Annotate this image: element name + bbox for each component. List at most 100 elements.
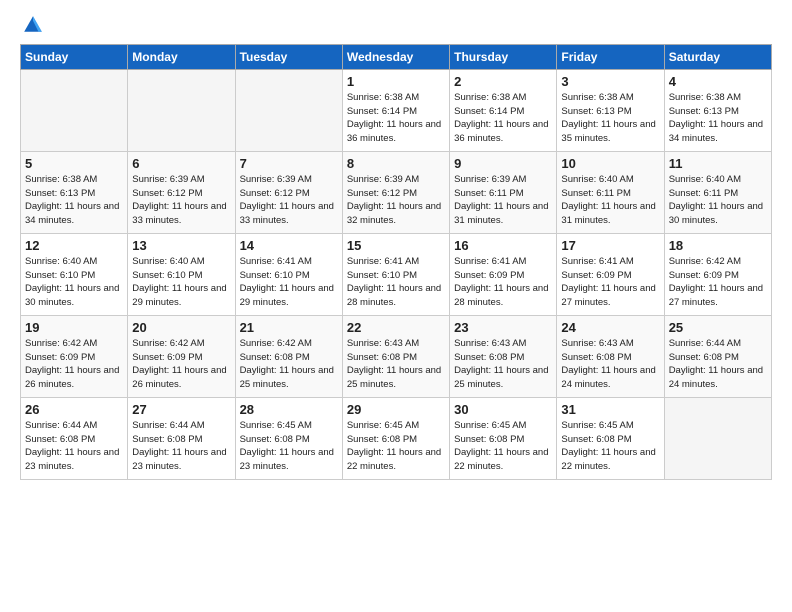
day-info: Sunrise: 6:39 AMSunset: 6:12 PMDaylight:… xyxy=(347,173,445,228)
calendar-cell: 28Sunrise: 6:45 AMSunset: 6:08 PMDayligh… xyxy=(235,397,342,479)
day-info: Sunrise: 6:38 AMSunset: 6:13 PMDaylight:… xyxy=(25,173,123,228)
calendar-cell: 26Sunrise: 6:44 AMSunset: 6:08 PMDayligh… xyxy=(21,397,128,479)
calendar-cell: 31Sunrise: 6:45 AMSunset: 6:08 PMDayligh… xyxy=(557,397,664,479)
day-info: Sunrise: 6:42 AMSunset: 6:09 PMDaylight:… xyxy=(132,337,230,392)
daylight-label: Daylight: 11 hours and 35 minutes. xyxy=(561,119,655,144)
day-info: Sunrise: 6:44 AMSunset: 6:08 PMDaylight:… xyxy=(669,337,767,392)
sunset-label: Sunset: 6:09 PM xyxy=(669,270,739,281)
daylight-label: Daylight: 11 hours and 30 minutes. xyxy=(669,201,763,226)
day-info: Sunrise: 6:39 AMSunset: 6:12 PMDaylight:… xyxy=(240,173,338,228)
sunset-label: Sunset: 6:08 PM xyxy=(347,434,417,445)
calendar-cell: 20 Sunrise: 6:42 AMSunset: 6:09 PMDayligh… xyxy=(128,315,235,397)
day-number: 13 xyxy=(132,238,230,253)
day-number: 4 xyxy=(669,74,767,89)
sunset-label: Sunset: 6:10 PM xyxy=(132,270,202,281)
sunrise-label: Sunrise: 6:41 AM xyxy=(240,256,312,267)
weekday-header-sunday: Sunday xyxy=(21,44,128,69)
calendar-cell: 13 Sunrise: 6:40 AMSunset: 6:10 PMDayligh… xyxy=(128,233,235,315)
calendar-cell: 22 Sunrise: 6:43 AMSunset: 6:08 PMDayligh… xyxy=(342,315,449,397)
calendar-cell xyxy=(664,397,771,479)
day-info: Sunrise: 6:44 AMSunset: 6:08 PMDaylight:… xyxy=(25,419,123,474)
weekday-header-monday: Monday xyxy=(128,44,235,69)
sunset-label: Sunset: 6:10 PM xyxy=(25,270,95,281)
calendar-cell: 12Sunrise: 6:40 AMSunset: 6:10 PMDayligh… xyxy=(21,233,128,315)
day-number: 31 xyxy=(561,402,659,417)
calendar-cell: 17Sunrise: 6:41 AMSunset: 6:09 PMDayligh… xyxy=(557,233,664,315)
sunrise-label: Sunrise: 6:45 AM xyxy=(240,420,312,431)
daylight-label: Daylight: 11 hours and 22 minutes. xyxy=(454,447,548,472)
weekday-header-saturday: Saturday xyxy=(664,44,771,69)
day-number: 9 xyxy=(454,156,552,171)
calendar-cell xyxy=(21,69,128,151)
calendar-cell: 9 Sunrise: 6:39 AM Sunset: 6:11 PM Daylight… xyxy=(450,151,557,233)
sunrise-label: Sunrise: 6:41 AM xyxy=(347,256,419,267)
calendar-cell: 5 Sunrise: 6:38 AMSunset: 6:13 PMDaylight… xyxy=(21,151,128,233)
daylight-label: Daylight: 11 hours and 23 minutes. xyxy=(240,447,334,472)
sunrise-label: Sunrise: 6:45 AM xyxy=(454,420,526,431)
day-number: 2 xyxy=(454,74,552,89)
day-number: 24 xyxy=(561,320,659,335)
day-info: Sunrise: 6:45 AM Sunset: 6:08 PM Daylight:… xyxy=(454,419,552,474)
calendar-cell: 19Sunrise: 6:42 AMSunset: 6:09 PMDayligh… xyxy=(21,315,128,397)
daylight-label: Daylight: 11 hours and 22 minutes. xyxy=(347,447,441,472)
day-number: 23 xyxy=(454,320,552,335)
day-number: 5 xyxy=(25,156,123,171)
day-number: 10 xyxy=(561,156,659,171)
day-info: Sunrise: 6:40 AMSunset: 6:11 PMDaylight:… xyxy=(561,173,659,228)
day-info: Sunrise: 6:43 AMSunset: 6:08 PMDaylight:… xyxy=(347,337,445,392)
sunrise-label: Sunrise: 6:38 AM xyxy=(561,92,633,103)
sunset-label: Sunset: 6:11 PM xyxy=(454,188,524,199)
daylight-label: Daylight: 11 hours and 26 minutes. xyxy=(25,365,119,390)
daylight-label: Daylight: 11 hours and 36 minutes. xyxy=(347,119,441,144)
header xyxy=(20,16,772,36)
sunrise-label: Sunrise: 6:44 AM xyxy=(669,338,741,349)
day-number: 7 xyxy=(240,156,338,171)
daylight-label: Daylight: 11 hours and 32 minutes. xyxy=(347,201,441,226)
sunset-label: Sunset: 6:12 PM xyxy=(132,188,202,199)
day-info: Sunrise: 6:38 AMSunset: 6:13 PMDaylight:… xyxy=(561,91,659,146)
sunrise-label: Sunrise: 6:45 AM xyxy=(561,420,633,431)
calendar-cell: 30Sunrise: 6:45 AMSunset: 6:08 PMDayligh… xyxy=(450,397,557,479)
calendar-cell: 25Sunrise: 6:44 AMSunset: 6:08 PMDayligh… xyxy=(664,315,771,397)
sunrise-label: Sunrise: 6:38 AM xyxy=(669,92,741,103)
daylight-label: Daylight: 11 hours and 31 minutes. xyxy=(454,201,548,226)
daylight-label: Daylight: 11 hours and 28 minutes. xyxy=(347,283,441,308)
calendar-cell: 11Sunrise: 6:40 AMSunset: 6:11 PMDayligh… xyxy=(664,151,771,233)
day-info: Sunrise: 6:38 AMSunset: 6:13 PMDaylight:… xyxy=(669,91,767,146)
calendar-cell: 23Sunrise: 6:43 AMSunset: 6:08 PMDayligh… xyxy=(450,315,557,397)
daylight-label: Daylight: 11 hours and 25 minutes. xyxy=(240,365,334,390)
calendar-cell: 3Sunrise: 6:38 AMSunset: 6:13 PMDaylight… xyxy=(557,69,664,151)
sunrise-label: Sunrise: 6:45 AM xyxy=(347,420,419,431)
sunrise-label: Sunrise: 6:39 AM xyxy=(240,174,312,185)
sunrise-label: Sunrise: 6:38 AM xyxy=(454,92,526,103)
sunrise-label: Sunrise: 6:40 AM xyxy=(561,174,633,185)
sunset-label: Sunset: 6:11 PM xyxy=(669,188,739,199)
daylight-label: Daylight: 11 hours and 29 minutes. xyxy=(240,283,334,308)
day-number: 22 xyxy=(347,320,445,335)
day-number: 29 xyxy=(347,402,445,417)
day-number: 8 xyxy=(347,156,445,171)
page: SundayMondayTuesdayWednesdayThursdayFrid… xyxy=(0,0,792,490)
calendar-cell xyxy=(128,69,235,151)
day-number: 15 xyxy=(347,238,445,253)
day-info: Sunrise: 6:40 AMSunset: 6:11 PMDaylight:… xyxy=(669,173,767,228)
day-number: 20 xyxy=(132,320,230,335)
day-number: 14 xyxy=(240,238,338,253)
sunset-label: Sunset: 6:08 PM xyxy=(454,434,524,445)
sunrise-label: Sunrise: 6:39 AM xyxy=(454,174,526,185)
daylight-label: Daylight: 11 hours and 22 minutes. xyxy=(561,447,655,472)
day-number: 28 xyxy=(240,402,338,417)
daylight-label: Daylight: 11 hours and 23 minutes. xyxy=(25,447,119,472)
sunset-label: Sunset: 6:10 PM xyxy=(240,270,310,281)
calendar-cell: 21Sunrise: 6:42 AMSunset: 6:08 PMDayligh… xyxy=(235,315,342,397)
sunrise-label: Sunrise: 6:40 AM xyxy=(25,256,97,267)
daylight-label: Daylight: 11 hours and 29 minutes. xyxy=(132,283,226,308)
day-info: Sunrise: 6:40 AMSunset: 6:10 PMDaylight:… xyxy=(132,255,230,310)
sunrise-label: Sunrise: 6:44 AM xyxy=(25,420,97,431)
day-number: 16 xyxy=(454,238,552,253)
sunset-label: Sunset: 6:11 PM xyxy=(561,188,631,199)
sunrise-label: Sunrise: 6:42 AM xyxy=(669,256,741,267)
sunset-label: Sunset: 6:08 PM xyxy=(240,352,310,363)
day-number: 19 xyxy=(25,320,123,335)
day-number: 12 xyxy=(25,238,123,253)
